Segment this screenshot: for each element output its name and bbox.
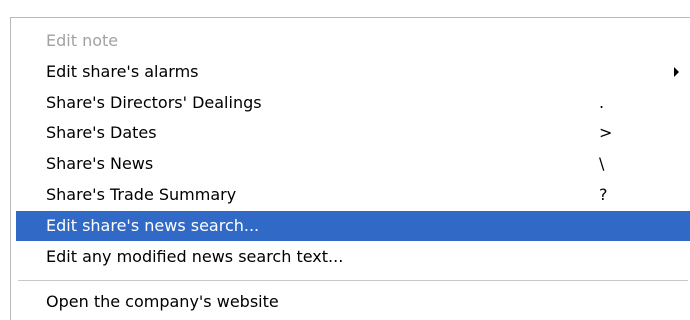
menu-item-trade-summary[interactable]: Share's Trade Summary ? xyxy=(16,180,690,210)
context-menu: Edit note Edit share's alarms Share's Di… xyxy=(0,0,690,320)
menu-left-border xyxy=(10,17,11,320)
submenu-arrow-icon xyxy=(674,67,679,77)
menu-item-label: Share's Dates xyxy=(46,123,157,142)
menu-item-label: Share's News xyxy=(46,154,154,173)
menu-item-label: Open the company's website xyxy=(46,292,279,311)
menu-item-label: Share's Trade Summary xyxy=(46,185,237,204)
menu-item-edit-note: Edit note xyxy=(16,26,690,56)
menu-item-shortcut: \ xyxy=(599,154,605,173)
menu-item-label: Edit note xyxy=(46,31,119,50)
menu-separator xyxy=(18,280,688,281)
menu-item-label: Edit any modified news search text... xyxy=(46,247,344,266)
menu-item-edit-modified-news-search[interactable]: Edit any modified news search text... xyxy=(16,242,690,272)
menu-item-open-company-website[interactable]: Open the company's website xyxy=(16,287,690,317)
menu-item-share-news[interactable]: Share's News \ xyxy=(16,149,690,179)
menu-item-shortcut: . xyxy=(599,93,605,112)
menu-item-shortcut: ? xyxy=(599,185,608,204)
menu-item-label: Edit share's news search... xyxy=(46,216,260,235)
menu-item-edit-news-search[interactable]: Edit share's news search... xyxy=(16,211,690,241)
menu-item-edit-share-alarms[interactable]: Edit share's alarms xyxy=(16,57,690,87)
menu-top-border xyxy=(10,17,690,18)
menu-item-directors-dealings[interactable]: Share's Directors' Dealings . xyxy=(16,88,690,118)
menu-item-share-dates[interactable]: Share's Dates > xyxy=(16,118,690,148)
menu-item-label: Share's Directors' Dealings xyxy=(46,93,262,112)
menu-item-label: Edit share's alarms xyxy=(46,62,199,81)
menu-item-shortcut: > xyxy=(599,123,613,142)
